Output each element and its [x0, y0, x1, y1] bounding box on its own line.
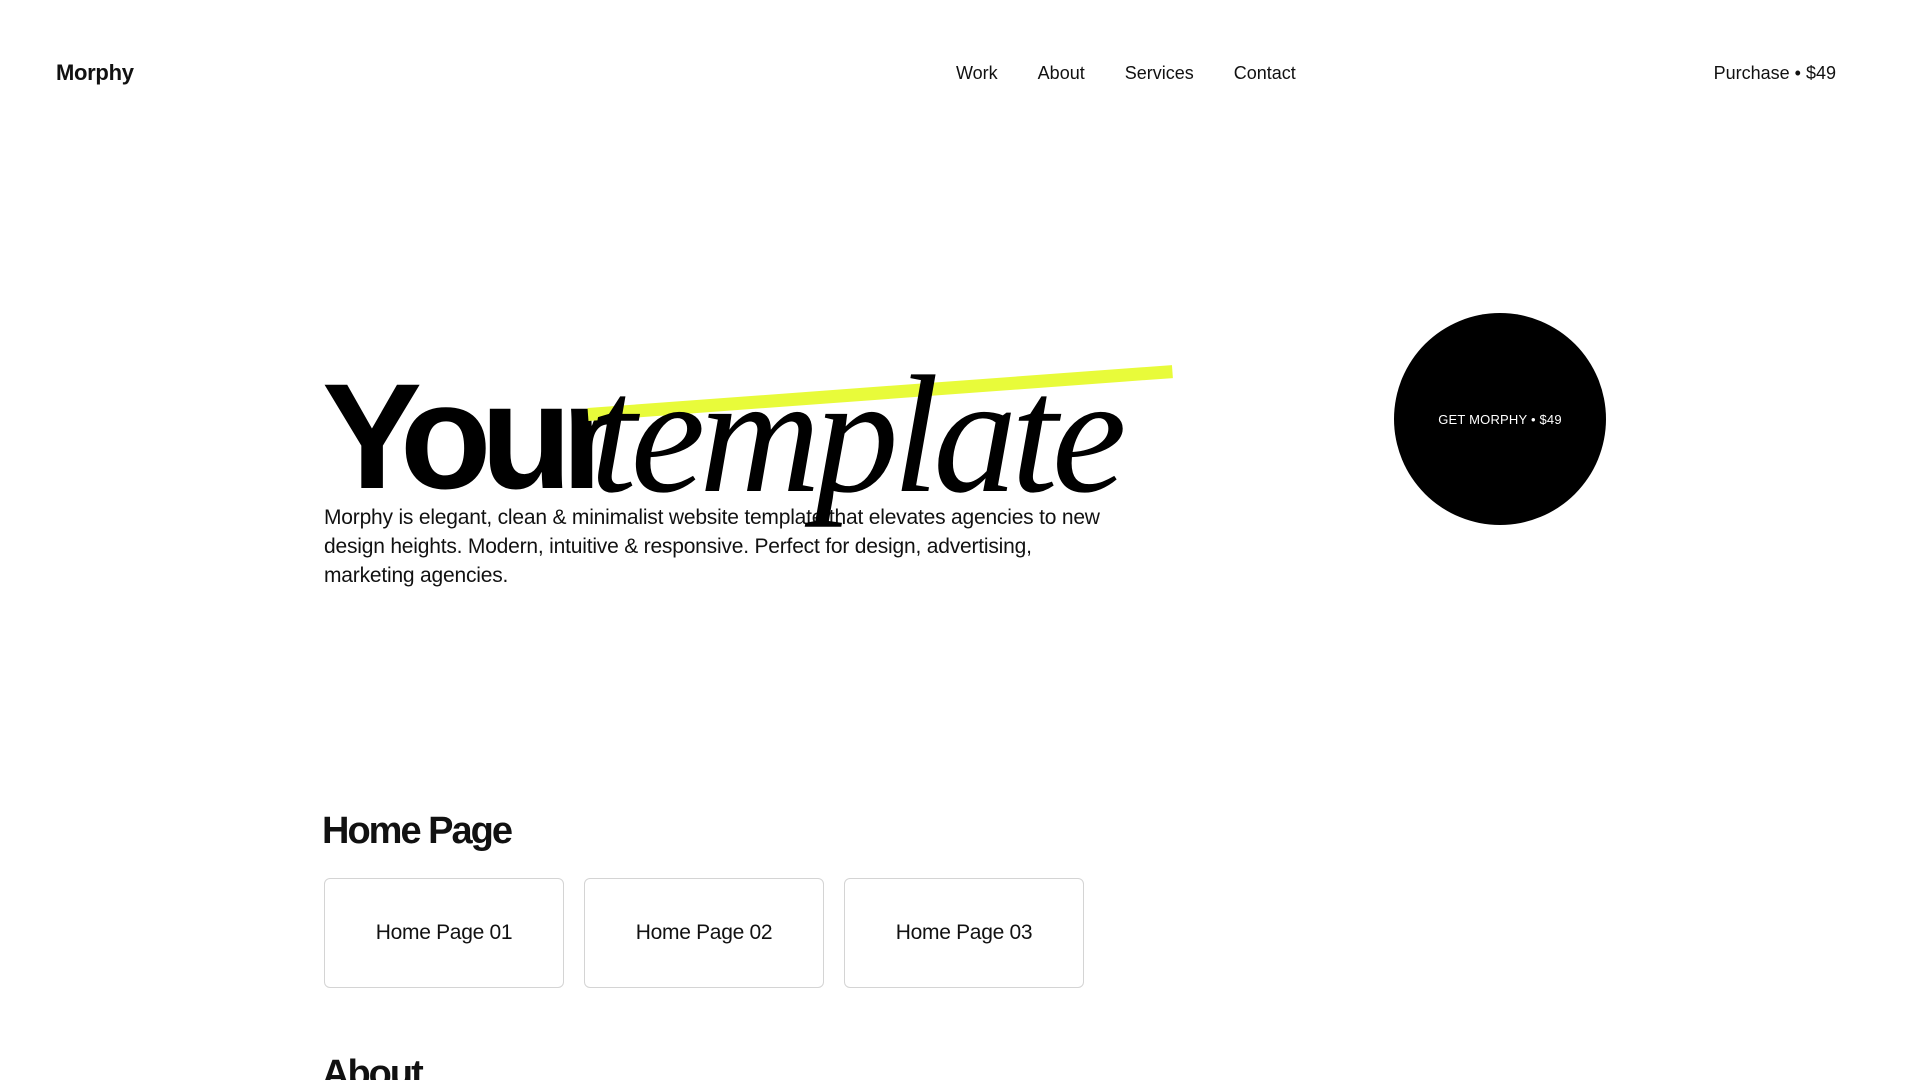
home-page-02-card[interactable]: Home Page 02: [584, 878, 824, 988]
home-page-01-card[interactable]: Home Page 01: [324, 878, 564, 988]
home-page-cards: Home Page 01 Home Page 02 Home Page 03: [324, 878, 1084, 988]
about-section-title: About: [322, 1053, 424, 1080]
get-morphy-button[interactable]: GET MORPHY • $49: [1394, 313, 1606, 525]
hero-title-italic: template: [590, 342, 1126, 529]
nav-item-contact[interactable]: Contact: [1234, 63, 1296, 84]
purchase-link[interactable]: Purchase • $49: [1714, 63, 1836, 84]
main-nav: Work About Services Contact: [956, 63, 1296, 84]
logo[interactable]: Morphy: [56, 60, 134, 86]
home-page-section-title: Home Page: [322, 810, 513, 852]
nav-item-work[interactable]: Work: [956, 63, 998, 84]
hero-title-bold: Your: [322, 352, 620, 521]
site-header: Morphy Work About Services Contact Purch…: [0, 0, 1920, 150]
home-page-03-card[interactable]: Home Page 03: [844, 878, 1084, 988]
nav-item-about[interactable]: About: [1038, 63, 1085, 84]
hero-title: Your template: [322, 351, 1222, 521]
nav-item-services[interactable]: Services: [1125, 63, 1194, 84]
page: Morphy Work About Services Contact Purch…: [0, 0, 1920, 1080]
